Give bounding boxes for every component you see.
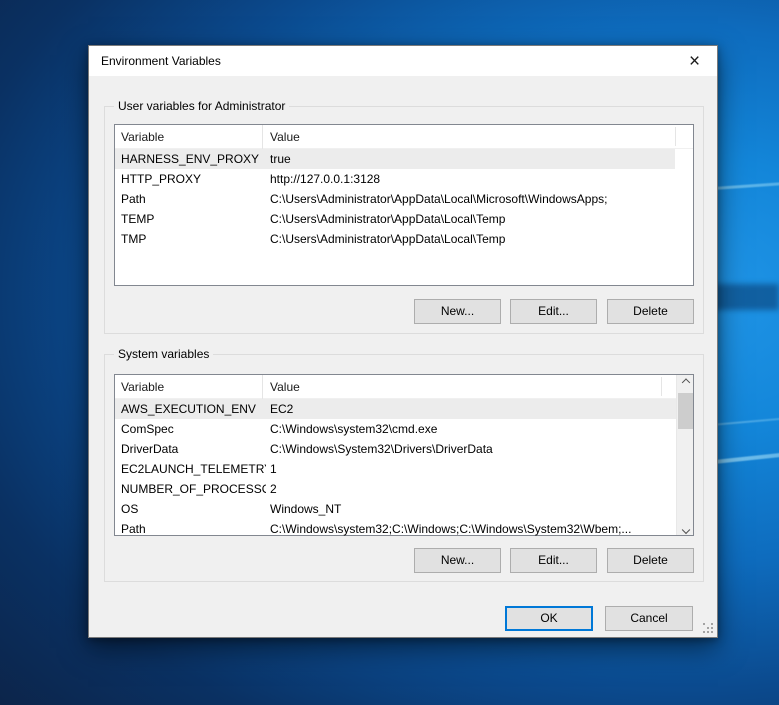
title-bar[interactable]: Environment Variables × — [89, 46, 717, 76]
system-variables-group-label: System variables — [114, 347, 213, 361]
value-cell: C:\Users\Administrator\AppData\Local\Tem… — [270, 209, 671, 229]
table-row[interactable]: DriverData C:\Windows\System32\Drivers\D… — [115, 439, 678, 459]
table-row[interactable]: Path C:\Windows\system32;C:\Windows;C:\W… — [115, 519, 678, 539]
system-variables-list: Variable Value AWS_EXECUTION_ENV EC2 Com… — [114, 374, 694, 536]
system-delete-button[interactable]: Delete — [607, 548, 694, 573]
table-row[interactable]: Path C:\Users\Administrator\AppData\Loca… — [115, 189, 675, 209]
variable-cell: NUMBER_OF_PROCESSORS — [121, 479, 266, 499]
close-icon: × — [689, 52, 700, 71]
user-new-button[interactable]: New... — [414, 299, 501, 324]
value-cell: EC2 — [270, 399, 674, 419]
system-edit-button[interactable]: Edit... — [510, 548, 597, 573]
list-header: Variable Value — [115, 375, 693, 399]
value-cell: true — [270, 149, 671, 169]
user-delete-button[interactable]: Delete — [607, 299, 694, 324]
user-variables-group-label: User variables for Administrator — [114, 99, 289, 113]
value-cell: 1 — [270, 459, 674, 479]
table-row[interactable]: EC2LAUNCH_TELEMETRY 1 — [115, 459, 678, 479]
variable-cell: EC2LAUNCH_TELEMETRY — [121, 459, 266, 479]
window-title: Environment Variables — [89, 54, 221, 68]
value-cell: Windows_NT — [270, 499, 674, 519]
scroll-down-button[interactable] — [677, 518, 694, 535]
variable-cell: TMP — [121, 229, 266, 249]
scrollbar-thumb[interactable] — [678, 393, 693, 429]
desktop: Environment Variables × User variables f… — [0, 0, 779, 705]
value-cell: C:\Windows\system32\cmd.exe — [270, 419, 674, 439]
column-header-value[interactable]: Value — [264, 125, 300, 149]
table-row[interactable]: ComSpec C:\Windows\system32\cmd.exe — [115, 419, 678, 439]
column-header-variable[interactable]: Variable — [115, 125, 263, 149]
variable-cell: DriverData — [121, 439, 266, 459]
column-divider — [675, 127, 676, 146]
variable-cell: ComSpec — [121, 419, 266, 439]
resize-grip[interactable] — [702, 622, 714, 634]
variable-cell: Path — [121, 519, 266, 539]
table-row[interactable]: OS Windows_NT — [115, 499, 678, 519]
cancel-button[interactable]: Cancel — [605, 606, 693, 631]
value-cell: http://127.0.0.1:3128 — [270, 169, 671, 189]
variable-cell: AWS_EXECUTION_ENV — [121, 399, 266, 419]
table-row[interactable]: HTTP_PROXY http://127.0.0.1:3128 — [115, 169, 675, 189]
variable-cell: HARNESS_ENV_PROXY — [121, 149, 266, 169]
table-row[interactable]: HARNESS_ENV_PROXY true — [115, 149, 675, 169]
variable-cell: Path — [121, 189, 266, 209]
variable-cell: HTTP_PROXY — [121, 169, 266, 189]
table-row[interactable]: NUMBER_OF_PROCESSORS 2 — [115, 479, 678, 499]
variable-cell: OS — [121, 499, 266, 519]
table-row[interactable]: AWS_EXECUTION_ENV EC2 — [115, 399, 678, 419]
ok-button[interactable]: OK — [505, 606, 593, 631]
column-header-value[interactable]: Value — [264, 375, 300, 399]
table-row[interactable]: TEMP C:\Users\Administrator\AppData\Loca… — [115, 209, 675, 229]
vertical-scrollbar[interactable] — [676, 375, 693, 535]
system-new-button[interactable]: New... — [414, 548, 501, 573]
scroll-down-icon — [681, 525, 689, 533]
environment-variables-dialog: Environment Variables × User variables f… — [88, 45, 718, 638]
user-variables-list: Variable Value HARNESS_ENV_PROXY true HT… — [114, 124, 694, 286]
table-row[interactable]: TMP C:\Users\Administrator\AppData\Local… — [115, 229, 675, 249]
list-header: Variable Value — [115, 125, 693, 149]
close-button[interactable]: × — [672, 46, 717, 76]
value-cell: C:\Users\Administrator\AppData\Local\Mic… — [270, 189, 671, 209]
value-cell: 2 — [270, 479, 674, 499]
column-header-variable[interactable]: Variable — [115, 375, 263, 399]
variable-cell: TEMP — [121, 209, 266, 229]
value-cell: C:\Windows\system32;C:\Windows;C:\Window… — [270, 519, 674, 539]
scroll-up-button[interactable] — [677, 375, 694, 392]
scroll-up-icon — [681, 378, 689, 386]
column-divider — [661, 377, 662, 396]
user-edit-button[interactable]: Edit... — [510, 299, 597, 324]
value-cell: C:\Windows\System32\Drivers\DriverData — [270, 439, 674, 459]
value-cell: C:\Users\Administrator\AppData\Local\Tem… — [270, 229, 671, 249]
